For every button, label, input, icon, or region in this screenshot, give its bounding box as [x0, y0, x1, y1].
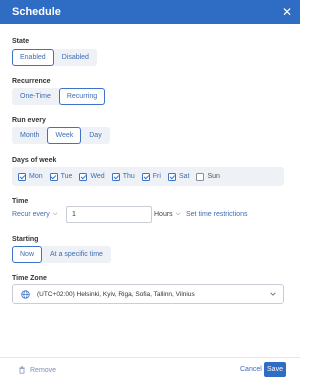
- recur-interval-input[interactable]: [66, 206, 152, 223]
- checkbox-checked-icon: [79, 172, 88, 181]
- remove-label: Remove: [30, 366, 57, 374]
- set-time-restrictions-link[interactable]: Set time restrictions: [186, 211, 247, 218]
- day-wed-checkbox[interactable]: Wed: [79, 172, 105, 181]
- run-every-toggle: Month Week Day: [12, 127, 110, 144]
- recur-every-label: Recur every: [12, 211, 50, 218]
- recurrence-recurring-option[interactable]: Recurring: [58, 88, 106, 105]
- days-of-week-group: Mon Tue Wed Thu Fri Sat Sun: [12, 167, 284, 186]
- run-every-day-option[interactable]: Day: [81, 127, 109, 144]
- time-zone-value: (UTC+02:00) Helsinki, Kyiv, Riga, Sofia,…: [37, 290, 195, 298]
- dialog-header: Schedule ✕: [0, 0, 300, 24]
- starting-now-option[interactable]: Now: [12, 246, 43, 263]
- days-of-week-label: Days of week: [12, 157, 57, 164]
- globe-icon: [21, 289, 30, 299]
- time-label: Time: [12, 198, 29, 205]
- day-label: Fri: [152, 173, 161, 180]
- close-icon[interactable]: ✕: [282, 6, 292, 18]
- chevron-down-icon: [270, 292, 276, 296]
- day-label: Tue: [60, 173, 73, 180]
- checkbox-checked-icon: [167, 172, 176, 181]
- recurrence-one-time-option[interactable]: One-Time: [12, 88, 59, 105]
- run-every-week-option[interactable]: Week: [47, 127, 82, 144]
- starting-toggle: Now At a specific time: [12, 246, 111, 263]
- save-button[interactable]: Save: [264, 362, 286, 377]
- cancel-button[interactable]: Cancel: [240, 366, 262, 373]
- chevron-down-icon: ⌵: [52, 211, 58, 217]
- state-disabled-option[interactable]: Disabled: [54, 49, 97, 66]
- checkbox-checked-icon: [111, 172, 120, 181]
- trash-icon: [19, 366, 25, 374]
- day-fri-checkbox[interactable]: Fri: [141, 172, 161, 181]
- chevron-down-icon: ⌵: [175, 211, 181, 217]
- run-every-label: Run every: [12, 117, 46, 124]
- footer-divider: [0, 357, 300, 358]
- recur-every-select[interactable]: Recur every ⌵: [12, 211, 66, 218]
- starting-specific-time-option[interactable]: At a specific time: [42, 246, 111, 263]
- state-enabled-option[interactable]: Enabled: [12, 49, 54, 66]
- time-zone-select[interactable]: (UTC+02:00) Helsinki, Kyiv, Riga, Sofia,…: [12, 284, 284, 304]
- time-unit-select[interactable]: Hours ⌵: [154, 211, 186, 218]
- dialog-title: Schedule: [12, 6, 61, 18]
- checkbox-checked-icon: [49, 172, 58, 181]
- recurrence-label: Recurrence: [12, 78, 51, 85]
- time-zone-label: Time Zone: [12, 275, 47, 282]
- checkbox-checked-icon: [18, 172, 26, 181]
- time-unit-label: Hours: [154, 211, 173, 218]
- day-label: Sun: [207, 173, 220, 180]
- day-sat-checkbox[interactable]: Sat: [167, 172, 190, 181]
- day-mon-checkbox[interactable]: Mon: [18, 172, 43, 181]
- day-label: Mon: [29, 173, 43, 180]
- run-every-month-option[interactable]: Month: [12, 127, 47, 144]
- checkbox-unchecked-icon: [196, 172, 205, 181]
- time-row: Recur every ⌵ Hours ⌵ Set time restricti…: [12, 206, 247, 223]
- day-label: Thu: [122, 173, 135, 180]
- day-label: Sat: [178, 173, 190, 180]
- day-thu-checkbox[interactable]: Thu: [111, 172, 135, 181]
- remove-button[interactable]: Remove: [18, 366, 56, 374]
- state-label: State: [12, 38, 30, 45]
- checkbox-checked-icon: [141, 172, 150, 181]
- day-tue-checkbox[interactable]: Tue: [49, 172, 73, 181]
- state-toggle: Enabled Disabled: [12, 49, 97, 66]
- day-label: Wed: [90, 173, 105, 180]
- recurrence-toggle: One-Time Recurring: [12, 88, 106, 105]
- day-sun-checkbox[interactable]: Sun: [196, 172, 220, 181]
- starting-label: Starting: [12, 236, 39, 243]
